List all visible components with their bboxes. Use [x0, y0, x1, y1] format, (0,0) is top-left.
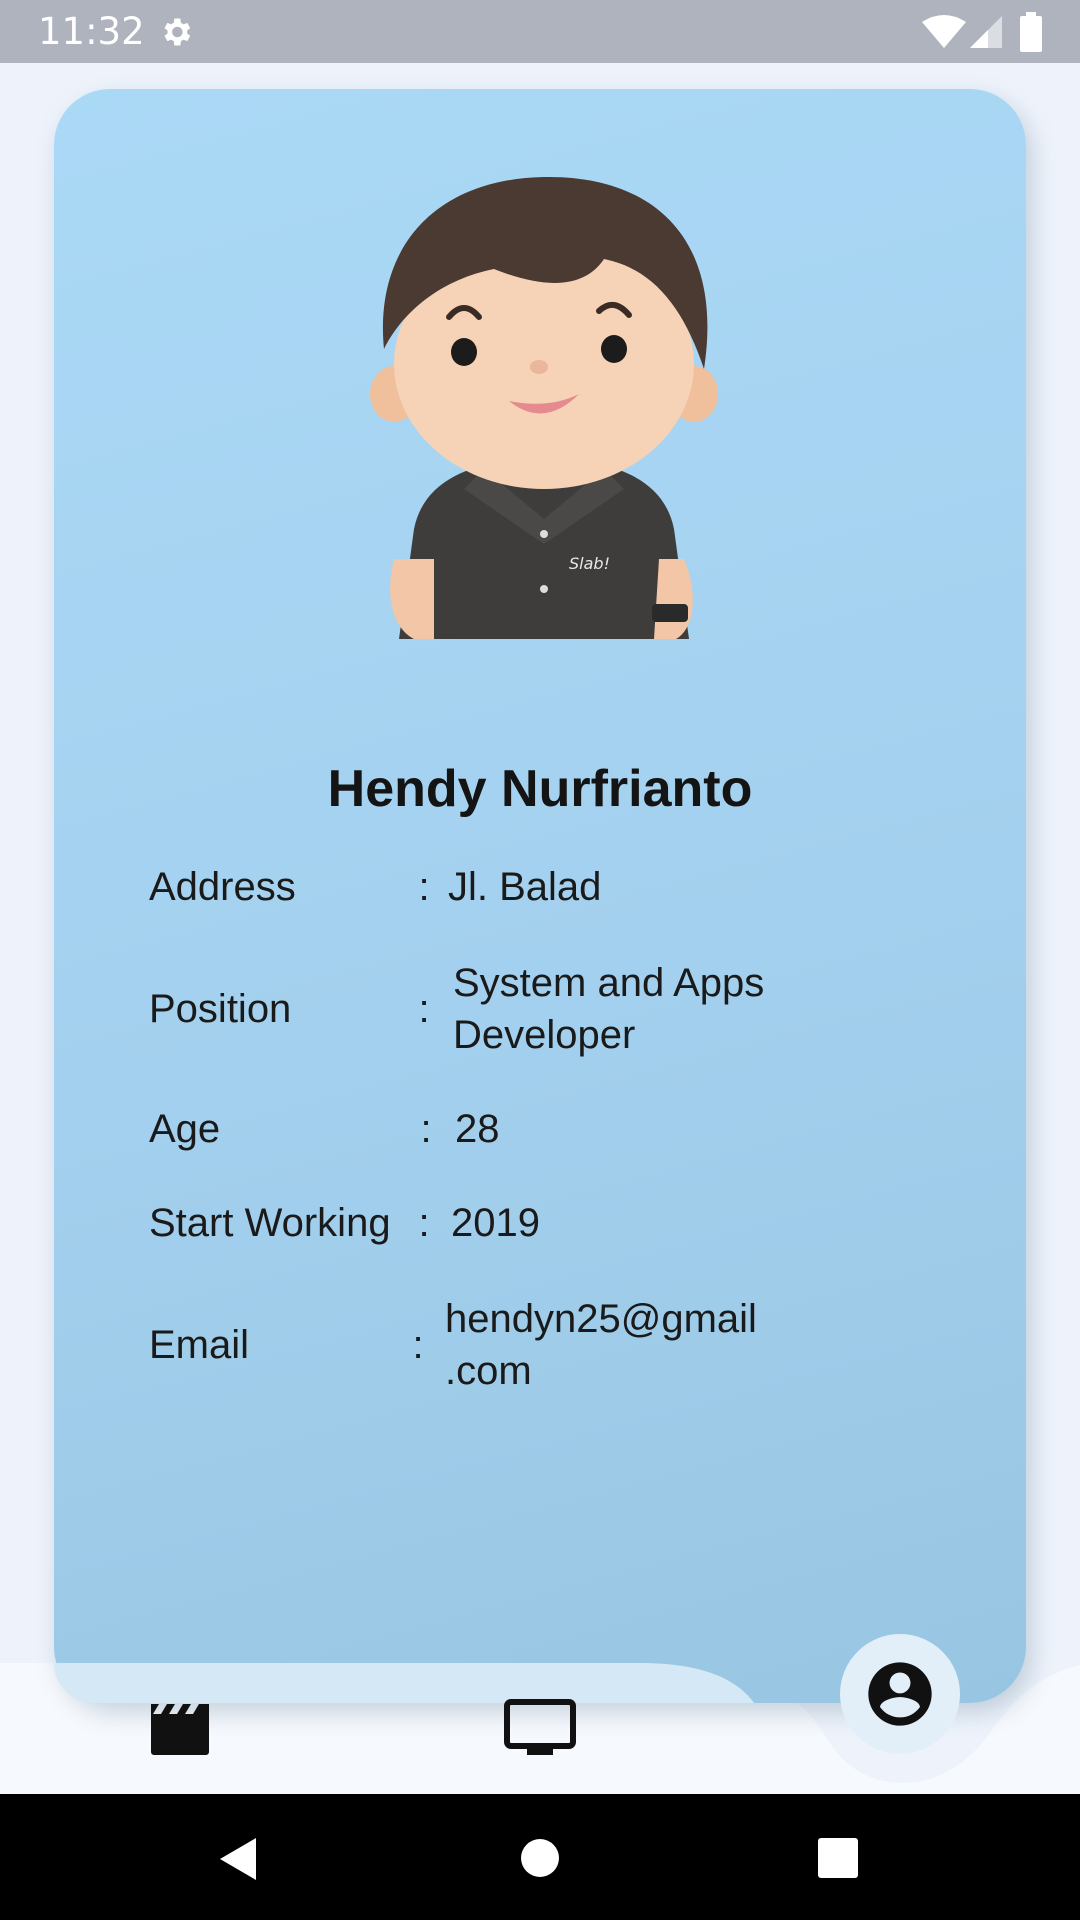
- system-navigation-bar: [0, 1794, 1080, 1920]
- home-icon[interactable]: [520, 1838, 560, 1878]
- address-separator: :: [418, 865, 430, 909]
- position-separator: :: [418, 987, 430, 1031]
- email-value: hendyn25@gmail .com: [445, 1293, 825, 1397]
- status-bar: 11:32: [0, 0, 1080, 63]
- email-separator: :: [412, 1323, 424, 1367]
- clapperboard-icon[interactable]: [147, 1700, 213, 1756]
- start-working-label: Start Working: [149, 1201, 391, 1245]
- status-time: 11:32: [38, 10, 145, 53]
- age-value: 28: [455, 1107, 500, 1151]
- position-value-line-1: System and Apps: [453, 961, 765, 1005]
- svg-text:Slab!: Slab!: [569, 554, 610, 573]
- profile-name: Hendy Nurfrianto: [327, 760, 753, 818]
- age-label: Age: [149, 1107, 221, 1151]
- tv-icon[interactable]: [503, 1698, 577, 1758]
- position-label: Position: [149, 987, 292, 1031]
- address-value: Jl. Balad: [448, 865, 602, 909]
- start-working-value: 2019: [451, 1201, 540, 1245]
- address-label: Address: [149, 865, 296, 909]
- account-circle-icon[interactable]: [862, 1656, 938, 1732]
- position-value: System and Apps Developer: [453, 957, 833, 1061]
- start-working-separator: :: [418, 1201, 430, 1245]
- profile-card: Slab! Hendy Nurfrianto Address : Jl. Bal…: [54, 89, 1026, 1703]
- recents-icon[interactable]: [818, 1838, 858, 1878]
- email-label: Email: [149, 1323, 250, 1367]
- profile-avatar: Slab!: [370, 176, 718, 639]
- position-value-line-2: Developer: [453, 1013, 636, 1057]
- email-value-line-2: .com: [445, 1349, 532, 1393]
- back-icon[interactable]: [216, 1836, 260, 1882]
- email-value-line-1: hendyn25@gmail: [445, 1297, 757, 1341]
- cell-signal-icon: [970, 16, 1002, 48]
- gear-icon: [164, 18, 191, 46]
- wifi-icon: [922, 15, 966, 48]
- battery-icon: [1020, 12, 1042, 52]
- age-separator: :: [420, 1107, 432, 1151]
